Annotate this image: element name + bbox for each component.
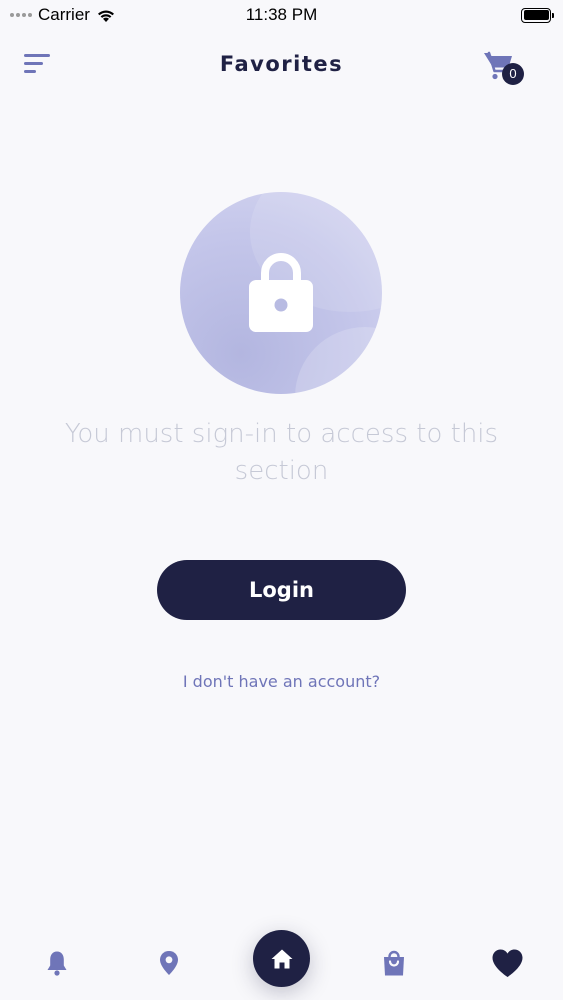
header: Favorites 0 xyxy=(0,40,563,92)
sign-in-message: You must sign-in to access to this secti… xyxy=(64,419,499,486)
heart-icon xyxy=(492,949,522,977)
wifi-icon xyxy=(97,10,114,22)
page-title: Favorites xyxy=(219,52,344,76)
signal-icon xyxy=(10,13,32,17)
status-left: Carrier xyxy=(10,5,116,25)
tab-location[interactable] xyxy=(152,946,186,980)
lock-illustration xyxy=(180,192,382,394)
lock-icon xyxy=(249,253,313,332)
shopping-bag-icon xyxy=(384,950,404,975)
bottom-tab-bar xyxy=(0,920,563,1000)
tab-home[interactable] xyxy=(253,930,310,987)
tab-favorites[interactable] xyxy=(488,946,526,980)
tab-orders[interactable] xyxy=(377,946,411,980)
no-account-link[interactable]: I don't have an account? xyxy=(0,672,563,691)
login-button[interactable]: Login xyxy=(157,560,406,620)
cart-button[interactable]: 0 xyxy=(482,48,526,88)
cart-count-badge: 0 xyxy=(502,63,524,85)
home-icon xyxy=(271,949,292,968)
battery-icon xyxy=(521,7,554,23)
location-pin-icon xyxy=(160,951,178,975)
tab-notifications[interactable] xyxy=(40,946,74,980)
bell-icon xyxy=(47,951,67,976)
status-bar: Carrier 11:38 PM xyxy=(0,0,563,30)
carrier-label: Carrier xyxy=(38,5,90,24)
